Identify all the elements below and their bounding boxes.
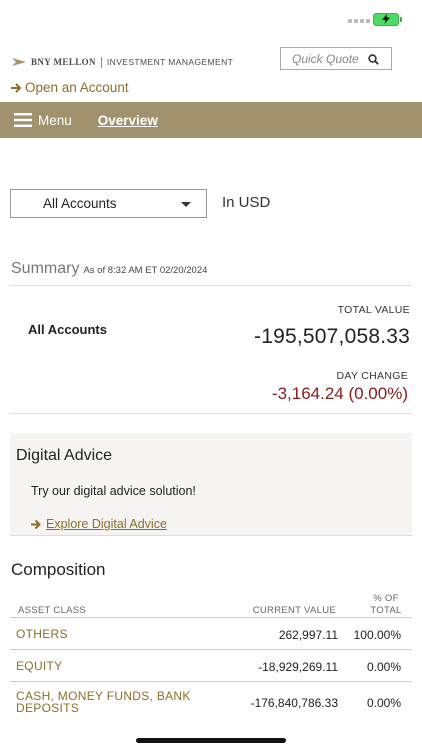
explore-digital-advice-link[interactable]: Explore Digital Advice — [30, 517, 167, 531]
open-account-label: Open an Account — [25, 80, 129, 95]
digital-advice-card: Digital Advice Try our digital advice so… — [10, 433, 412, 536]
day-change-label: DAY CHANGE — [336, 370, 408, 382]
digital-advice-title: Digital Advice — [16, 447, 113, 464]
brand-divider — [100, 56, 102, 68]
summary-as-of: As of 8:32 AM ET 02/20/2024 — [83, 265, 208, 276]
total-value-label: TOTAL VALUE — [337, 304, 410, 316]
summary-header: Summary As of 8:32 AM ET 02/20/2024 — [11, 260, 207, 278]
quick-quote-input[interactable] — [292, 51, 362, 66]
account-select[interactable]: All Accounts — [10, 189, 207, 218]
table-row[interactable]: OTHERS 262,997.11 100.00% — [10, 618, 412, 650]
table-row[interactable]: EQUITY -18,929,269.11 0.00% — [10, 650, 412, 682]
quick-quote-box — [280, 47, 392, 70]
pct-of-total: 0.00% — [366, 660, 401, 674]
digital-advice-text: Try our digital advice solution! — [31, 484, 196, 498]
pct-of-total: 100.00% — [353, 628, 401, 642]
brand-mark-icon — [12, 58, 26, 66]
arrow-right-icon — [11, 82, 22, 93]
pct-of-total: 0.00% — [366, 696, 401, 710]
hamburger-icon — [14, 113, 32, 127]
composition-table-header: ASSET CLASS CURRENT VALUE % OF TOTAL — [10, 592, 412, 618]
day-change-value: -3,164.24 (0.00%) — [271, 384, 408, 403]
signal-icon — [348, 19, 370, 23]
composition-title: Composition — [11, 560, 106, 579]
column-header-current-value: CURRENT VALUE — [252, 605, 336, 616]
current-value: -18,929,269.11 — [258, 660, 338, 674]
caret-down-icon — [181, 202, 191, 207]
open-account-link[interactable]: Open an Account — [10, 80, 129, 95]
home-indicator[interactable] — [136, 738, 286, 743]
brand-name: BNY MELLON — [31, 57, 96, 67]
column-header-asset-class: ASSET CLASS — [18, 605, 87, 616]
search-icon[interactable] — [368, 54, 379, 65]
menu-label: Menu — [38, 112, 72, 128]
column-header-pct-of-total: % OF TOTAL — [370, 593, 402, 616]
account-select-value: All Accounts — [43, 196, 117, 211]
divider — [10, 413, 412, 414]
asset-class-name[interactable]: CASH, MONEY FUNDS, BANK DEPOSITS — [16, 690, 216, 714]
asset-class-name[interactable]: OTHERS — [16, 628, 68, 640]
battery-charging-icon — [373, 13, 402, 26]
summary-title: Summary — [11, 260, 80, 277]
nav-bar: Menu Overview — [0, 102, 422, 138]
summary-account-name: All Accounts — [28, 322, 107, 337]
brand-subtitle: INVESTMENT MANAGEMENT — [106, 57, 234, 67]
tab-overview[interactable]: Overview — [98, 113, 158, 128]
asset-class-name[interactable]: EQUITY — [16, 660, 62, 672]
brand-logo[interactable]: BNY MELLON INVESTMENT MANAGEMENT — [12, 55, 233, 69]
explore-digital-advice-label: Explore Digital Advice — [46, 517, 167, 531]
current-value: -176,840,786.33 — [250, 696, 338, 710]
arrow-right-icon — [31, 519, 41, 529]
status-bar — [0, 0, 422, 40]
total-value: -195,507,058.33 — [254, 325, 410, 348]
menu-button[interactable]: Menu — [14, 113, 72, 128]
divider — [10, 285, 412, 286]
currency-label: In USD — [222, 194, 271, 211]
table-row[interactable]: CASH, MONEY FUNDS, BANK DEPOSITS -176,84… — [10, 682, 412, 722]
current-value: 262,997.11 — [278, 628, 338, 642]
